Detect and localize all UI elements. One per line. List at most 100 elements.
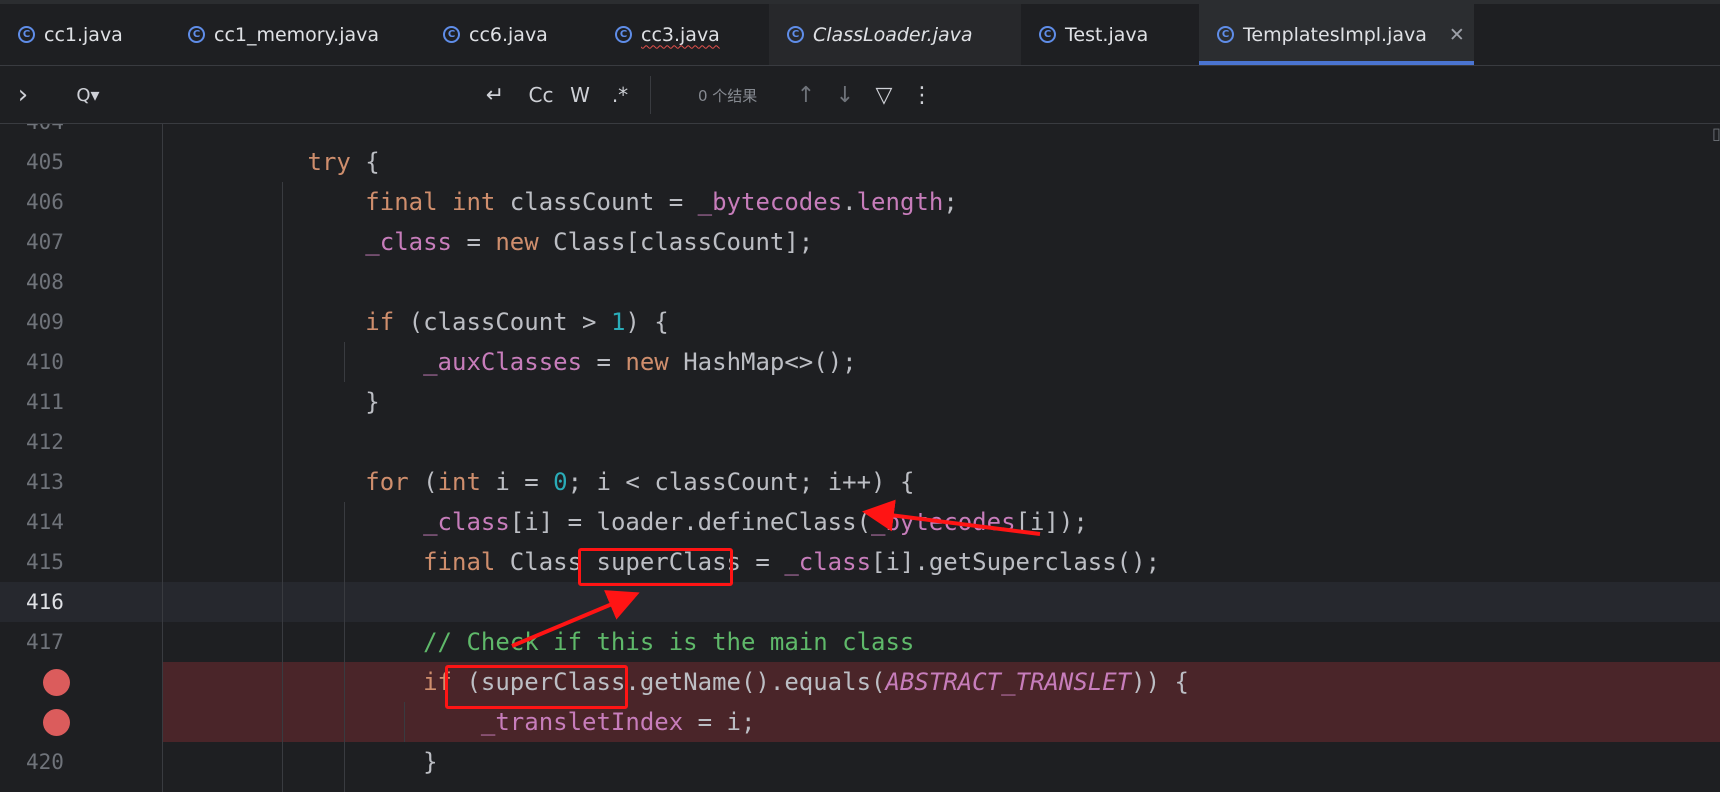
gutter: 415 — [0, 542, 163, 582]
breakpoint-icon[interactable] — [43, 669, 70, 696]
code-line: 420 } — [0, 742, 1720, 782]
code-token: (superClass.getName().equals( — [452, 668, 886, 696]
match-case-button[interactable]: Cc — [524, 66, 558, 124]
gutter — [0, 702, 163, 742]
class-icon: C — [18, 26, 35, 43]
tab-label: Test.java — [1065, 23, 1149, 46]
tab-label: TemplatesImpl.java — [1243, 23, 1427, 46]
code-text: _class = new Class[classCount]; — [163, 222, 813, 262]
code-text: _transletIndex = i; — [163, 702, 756, 742]
code-text: if (classCount > 1) { — [163, 302, 668, 342]
more-options-icon[interactable]: ⋮ — [910, 66, 934, 124]
field: _bytecodes — [697, 188, 843, 216]
code-token: } — [423, 748, 438, 776]
code-line: 409 if (classCount > 1) { — [0, 302, 1720, 342]
gutter: 412 — [0, 422, 163, 462]
gutter: 413 — [0, 462, 163, 502]
comment: // Check if this is the main class — [423, 628, 915, 656]
expand-replace-icon[interactable]: › — [10, 66, 36, 124]
line-number: 416 — [26, 590, 64, 614]
search-input[interactable] — [112, 66, 472, 124]
words-button[interactable]: W — [565, 66, 595, 124]
gutter: 408 — [0, 262, 163, 302]
tab-cc6[interactable]: C cc6.java — [425, 4, 595, 65]
code-line: 405 try { — [0, 142, 1720, 182]
code-token: [i]); — [1015, 508, 1088, 536]
keyword: final — [365, 188, 438, 216]
code-token: = — [452, 228, 496, 256]
code-editor[interactable]: 404 405 try { 406 final int classCount =… — [0, 124, 1720, 792]
code-text: } — [163, 382, 380, 422]
gutter — [0, 662, 163, 702]
line-number: 413 — [26, 470, 64, 494]
keyword: new — [495, 228, 539, 256]
gutter: 409 — [0, 302, 163, 342]
number: 1 — [610, 308, 626, 336]
tab-cc1-memory[interactable]: C cc1_memory.java — [170, 4, 420, 65]
breakpoint-icon[interactable] — [43, 709, 70, 736]
field: _transletIndex — [480, 708, 684, 736]
find-bar: › Q▾ ↵ Cc W .* 0 个结果 ↑ ↓ ▽ ⋮ — [0, 66, 1720, 124]
code-line: 415 final Class superClass = _class[i].g… — [0, 542, 1720, 582]
field: _auxClasses — [423, 348, 583, 376]
line-number: 415 — [26, 550, 64, 574]
gutter: 406 — [0, 182, 163, 222]
code-token: } — [365, 388, 380, 416]
code-token: ; i < classCount; i++) { — [567, 468, 915, 496]
line-number: 417 — [26, 630, 64, 654]
regex-button[interactable]: .* — [602, 66, 638, 124]
code-token: HashMap<>(); — [668, 348, 857, 376]
code-token: )) { — [1131, 668, 1189, 696]
editor-tab-bar: C cc1.java C cc1_memory.java C cc6.java … — [0, 0, 1720, 66]
newline-icon[interactable]: ↵ — [480, 66, 510, 124]
keyword: new — [625, 348, 669, 376]
class-icon: C — [787, 26, 804, 43]
filter-icon[interactable]: ▽ — [870, 66, 898, 124]
indent-guide — [282, 182, 283, 792]
indent-guide — [162, 124, 163, 792]
code-line: 407 _class = new Class[classCount]; — [0, 222, 1720, 262]
indent-guide — [404, 702, 405, 742]
tab-cc1[interactable]: C cc1.java — [0, 4, 170, 65]
field: length — [856, 188, 944, 216]
code-token: { — [350, 148, 380, 176]
code-token: ; — [943, 188, 958, 216]
constant: ABSTRACT_TRANSLET — [885, 668, 1132, 696]
code-line: 411 } — [0, 382, 1720, 422]
result-count: 0 个结果 — [698, 86, 758, 105]
tab-label: cc3.java — [641, 23, 720, 46]
code-text: _class[i] = loader.defineClass(_bytecode… — [163, 502, 1088, 542]
close-icon[interactable]: ✕ — [1449, 24, 1465, 46]
tab-test[interactable]: C Test.java — [1021, 4, 1198, 65]
gutter: 411 — [0, 382, 163, 422]
number: 0 — [553, 468, 568, 496]
code-text: try { — [163, 142, 380, 182]
code-line: 417 // Check if this is the main class — [0, 622, 1720, 662]
arrow-down-icon[interactable]: ↓ — [831, 66, 859, 124]
code-text: if (superClass.getName().equals(ABSTRACT… — [163, 662, 1189, 702]
tab-cc3[interactable]: C cc3.java — [597, 4, 767, 65]
arrow-up-icon[interactable]: ↑ — [792, 66, 820, 124]
line-number: 420 — [26, 750, 64, 774]
indent-guide — [344, 342, 345, 382]
search-icon[interactable]: Q▾ — [68, 66, 108, 124]
tab-templatesimpl[interactable]: C TemplatesImpl.java ✕ — [1199, 4, 1474, 65]
class-icon: C — [1039, 26, 1056, 43]
keyword: final — [423, 548, 496, 576]
code-token: Class superClass = — [495, 548, 785, 576]
code-line: 410 _auxClasses = new HashMap<>(); — [0, 342, 1720, 382]
keyword: if — [423, 668, 452, 696]
gutter: 405 — [0, 142, 163, 182]
code-token: (classCount > — [394, 308, 611, 336]
line-number: 407 — [26, 230, 64, 254]
line-number: 406 — [26, 190, 64, 214]
field: _bytecodes — [871, 508, 1016, 536]
tab-label: cc1.java — [44, 23, 123, 46]
tab-classloader[interactable]: C ClassLoader.java — [769, 4, 1021, 65]
keyword: for — [365, 468, 409, 496]
tab-label: cc6.java — [469, 23, 548, 46]
field: _class — [784, 548, 872, 576]
tab-label: cc1_memory.java — [214, 23, 380, 46]
keyword: if — [365, 308, 395, 336]
